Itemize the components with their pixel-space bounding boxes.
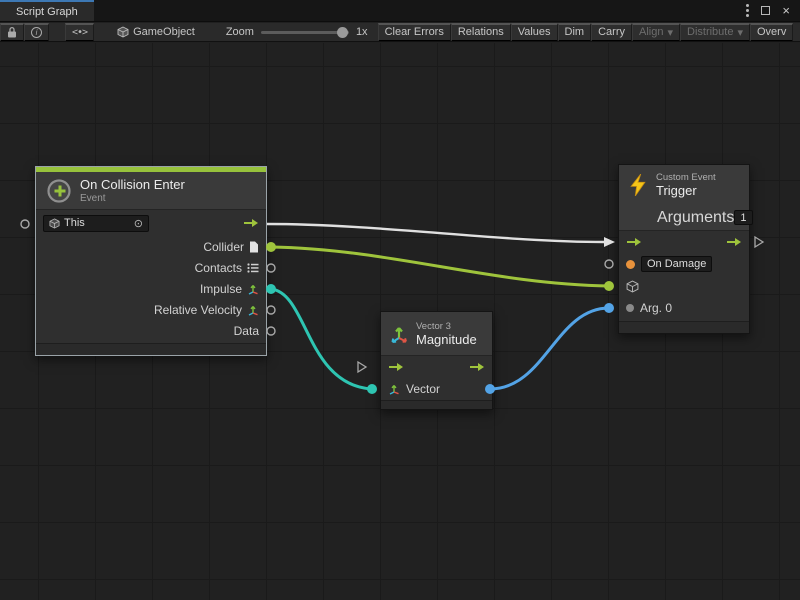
port-row-contacts[interactable]: Contacts (36, 257, 266, 278)
node-type-label: Vector 3 (416, 321, 477, 332)
info-button[interactable]: i (24, 23, 49, 42)
port-row-event-name[interactable]: On Damage (619, 253, 749, 275)
gameobject-label: GameObject (133, 26, 195, 38)
zoom-slider[interactable] (261, 31, 349, 34)
zoom-label: Zoom (226, 26, 254, 38)
node-header: Custom Event Trigger (619, 165, 749, 205)
relations-button[interactable]: Relations (451, 23, 511, 42)
object-picker-icon[interactable]: ⊙ (134, 217, 143, 230)
node-title: On Collision Enter (80, 177, 185, 192)
flow-in-port[interactable] (388, 362, 404, 372)
node-subtitle: Event (80, 193, 185, 204)
trigger-target-port-dot[interactable] (604, 281, 614, 291)
relative-velocity-port[interactable] (267, 306, 275, 314)
chevron-down-icon: ▾ (737, 26, 743, 39)
vector3-icon (247, 283, 259, 295)
vector-input-port-dot[interactable] (367, 384, 377, 394)
unity-script-graph-window: Script Graph × i <•> GameObject Zoom 1x … (0, 0, 800, 600)
tab-title: Script Graph (16, 6, 78, 18)
vector3-icon (388, 383, 400, 395)
lightning-icon (628, 174, 648, 196)
node-title: Trigger (656, 183, 716, 198)
close-icon[interactable]: × (782, 4, 790, 17)
wire-magnitude-to-arg0[interactable] (490, 308, 609, 389)
event-name-field[interactable]: On Damage (641, 256, 712, 272)
overview-button[interactable]: Overv (750, 23, 793, 42)
values-button[interactable]: Values (511, 23, 558, 42)
port-row-arg0[interactable]: Arg. 0 (619, 297, 749, 319)
document-icon (249, 241, 259, 253)
trigger-arg0-port-dot[interactable] (604, 303, 614, 313)
list-icon (247, 263, 259, 273)
node-header: Vector 3 Magnitude (381, 312, 492, 356)
contacts-port[interactable] (267, 264, 275, 272)
info-icon: i (31, 27, 42, 38)
node-on-collision-enter[interactable]: On Collision Enter Event This ⊙ Collider… (35, 166, 267, 356)
arguments-row: Arguments 1 (619, 205, 749, 231)
node-footer (619, 321, 749, 333)
graph-toolbar: i <•> GameObject Zoom 1x Clear Errors Re… (0, 23, 800, 42)
event-name-edge-port[interactable] (605, 260, 613, 268)
zoom-value: 1x (356, 26, 368, 38)
window-controls: × (746, 0, 800, 21)
data-port[interactable] (267, 327, 275, 335)
port-row-collider[interactable]: Collider (36, 236, 266, 257)
node-title: Magnitude (416, 332, 477, 347)
clear-errors-button[interactable]: Clear Errors (378, 23, 451, 42)
menu-icon[interactable] (746, 4, 749, 17)
graph-canvas[interactable]: On Collision Enter Event This ⊙ Collider… (0, 43, 800, 600)
tab-bar: Script Graph × (0, 0, 800, 22)
flow-out-port[interactable] (243, 218, 259, 228)
lock-icon (7, 26, 17, 38)
carry-button[interactable]: Carry (591, 23, 632, 42)
node-footer (381, 400, 492, 409)
code-icon: <•> (72, 27, 87, 38)
port-row-relative-velocity[interactable]: Relative Velocity (36, 299, 266, 320)
trigger-flow-out-triangle[interactable] (755, 237, 763, 247)
cube-icon (626, 280, 639, 293)
port-row-vector[interactable]: Vector (381, 378, 492, 400)
wire-impulse-to-vector[interactable] (271, 289, 372, 389)
flow-in-port[interactable] (626, 237, 642, 247)
port-row-impulse[interactable]: Impulse (36, 278, 266, 299)
target-field[interactable]: This ⊙ (43, 215, 149, 232)
flow-out-port[interactable] (469, 362, 485, 372)
tab-script-graph[interactable]: Script Graph (0, 0, 94, 21)
arg0-port-dot[interactable] (626, 304, 634, 312)
target-value: This (64, 217, 85, 229)
node-vector3-magnitude[interactable]: Vector 3 Magnitude Vector (380, 311, 493, 410)
event-icon (46, 178, 72, 204)
flow-out-port[interactable] (726, 237, 742, 247)
cube-icon (117, 26, 129, 38)
port-row-data[interactable]: Data (36, 320, 266, 341)
zoom-slider-handle[interactable] (337, 27, 348, 38)
align-dropdown[interactable]: Align ▾ (632, 23, 680, 42)
wire-arrowhead-icon (604, 237, 615, 247)
node-footer (36, 343, 266, 355)
cube-icon (49, 218, 60, 229)
vector3-icon (247, 304, 259, 316)
wire-control-flow[interactable] (267, 224, 604, 242)
gameobject-selector[interactable]: GameObject (110, 23, 202, 42)
zoom-control: Zoom 1x (226, 26, 368, 38)
string-port-dot[interactable] (626, 260, 635, 269)
lock-button[interactable] (0, 23, 24, 42)
node-type-label: Custom Event (656, 172, 716, 183)
code-view-button[interactable]: <•> (65, 23, 94, 42)
dim-button[interactable]: Dim (558, 23, 592, 42)
arguments-label: Arguments (657, 209, 734, 227)
distribute-dropdown[interactable]: Distribute ▾ (680, 23, 750, 42)
vector3-flow-in-triangle[interactable] (358, 362, 366, 372)
wire-collider-to-target[interactable] (271, 247, 609, 286)
node-trigger-custom-event[interactable]: Custom Event Trigger Arguments 1 On Dama… (618, 164, 750, 334)
port-row-target[interactable] (619, 275, 749, 297)
collider-port-dot[interactable] (266, 242, 276, 252)
arguments-count-field[interactable]: 1 (734, 210, 752, 225)
node-header: On Collision Enter Event (36, 172, 266, 210)
maximize-icon[interactable] (761, 6, 770, 15)
vector3-icon (389, 324, 409, 344)
impulse-port-dot[interactable] (266, 284, 276, 294)
oce-input-port[interactable] (21, 220, 29, 228)
chevron-down-icon: ▾ (667, 26, 673, 39)
